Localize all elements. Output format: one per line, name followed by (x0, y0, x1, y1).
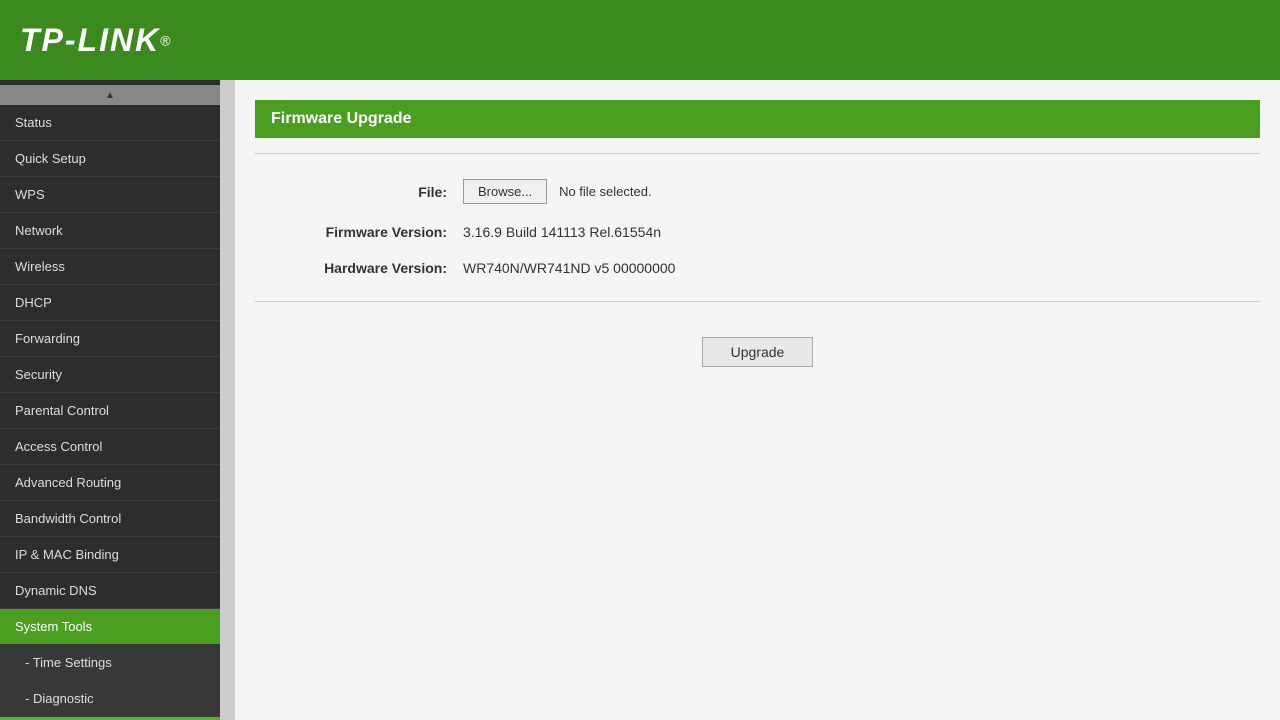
sidebar-item-access-control[interactable]: Access Control (0, 429, 220, 465)
top-divider (255, 153, 1260, 154)
browse-button[interactable]: Browse... (463, 179, 547, 204)
firmware-version-value: 3.16.9 Build 141113 Rel.61554n (455, 214, 1260, 250)
sidebar-item-advanced-routing[interactable]: Advanced Routing (0, 465, 220, 501)
sidebar-scroll-up[interactable]: ▲ (0, 85, 220, 105)
sidebar-item-time-settings[interactable]: - Time Settings (0, 645, 220, 681)
sidebar-item-quick-setup[interactable]: Quick Setup (0, 141, 220, 177)
page-title-bar: Firmware Upgrade (255, 100, 1260, 138)
sidebar-item-network[interactable]: Network (0, 213, 220, 249)
main-content: Firmware Upgrade File: Browse... No file… (235, 80, 1280, 720)
sidebar-item-dynamic-dns[interactable]: Dynamic DNS (0, 573, 220, 609)
sidebar-container: ▲ StatusQuick SetupWPSNetworkWirelessDHC… (0, 80, 235, 720)
sidebar-item-bandwidth-control[interactable]: Bandwidth Control (0, 501, 220, 537)
logo-suffix: ® (160, 32, 170, 48)
header: TP-LINK® (0, 0, 1280, 80)
logo: TP-LINK® (20, 22, 171, 59)
file-value: Browse... No file selected. (455, 169, 1260, 214)
button-row: Upgrade (255, 317, 1260, 377)
sidebar-item-system-tools[interactable]: System Tools (0, 609, 220, 645)
sidebar-item-dhcp[interactable]: DHCP (0, 285, 220, 321)
layout: ▲ StatusQuick SetupWPSNetworkWirelessDHC… (0, 80, 1280, 720)
sidebar-item-forwarding[interactable]: Forwarding (0, 321, 220, 357)
firmware-version-row: Firmware Version: 3.16.9 Build 141113 Re… (255, 214, 1260, 250)
no-file-text: No file selected. (559, 184, 652, 199)
file-label: File: (255, 169, 455, 214)
firmware-form: File: Browse... No file selected. Firmwa… (255, 169, 1260, 286)
sidebar-item-parental-control[interactable]: Parental Control (0, 393, 220, 429)
hardware-version-value: WR740N/WR741ND v5 00000000 (455, 250, 1260, 286)
file-row: File: Browse... No file selected. (255, 169, 1260, 214)
page-title: Firmware Upgrade (271, 110, 411, 127)
hardware-version-label: Hardware Version: (255, 250, 455, 286)
sidebar-item-status[interactable]: Status (0, 105, 220, 141)
upgrade-button[interactable]: Upgrade (702, 337, 814, 367)
sidebar-item-diagnostic[interactable]: - Diagnostic (0, 681, 220, 717)
sidebar-item-security[interactable]: Security (0, 357, 220, 393)
hardware-version-row: Hardware Version: WR740N/WR741ND v5 0000… (255, 250, 1260, 286)
bottom-divider (255, 301, 1260, 302)
sidebar-item-ip-mac-binding[interactable]: IP & MAC Binding (0, 537, 220, 573)
sidebar: ▲ StatusQuick SetupWPSNetworkWirelessDHC… (0, 80, 220, 720)
logo-text: TP-LINK (20, 22, 160, 58)
sidebar-item-wireless[interactable]: Wireless (0, 249, 220, 285)
firmware-version-label: Firmware Version: (255, 214, 455, 250)
sidebar-item-wps[interactable]: WPS (0, 177, 220, 213)
sidebar-scroll-area[interactable] (220, 80, 235, 720)
